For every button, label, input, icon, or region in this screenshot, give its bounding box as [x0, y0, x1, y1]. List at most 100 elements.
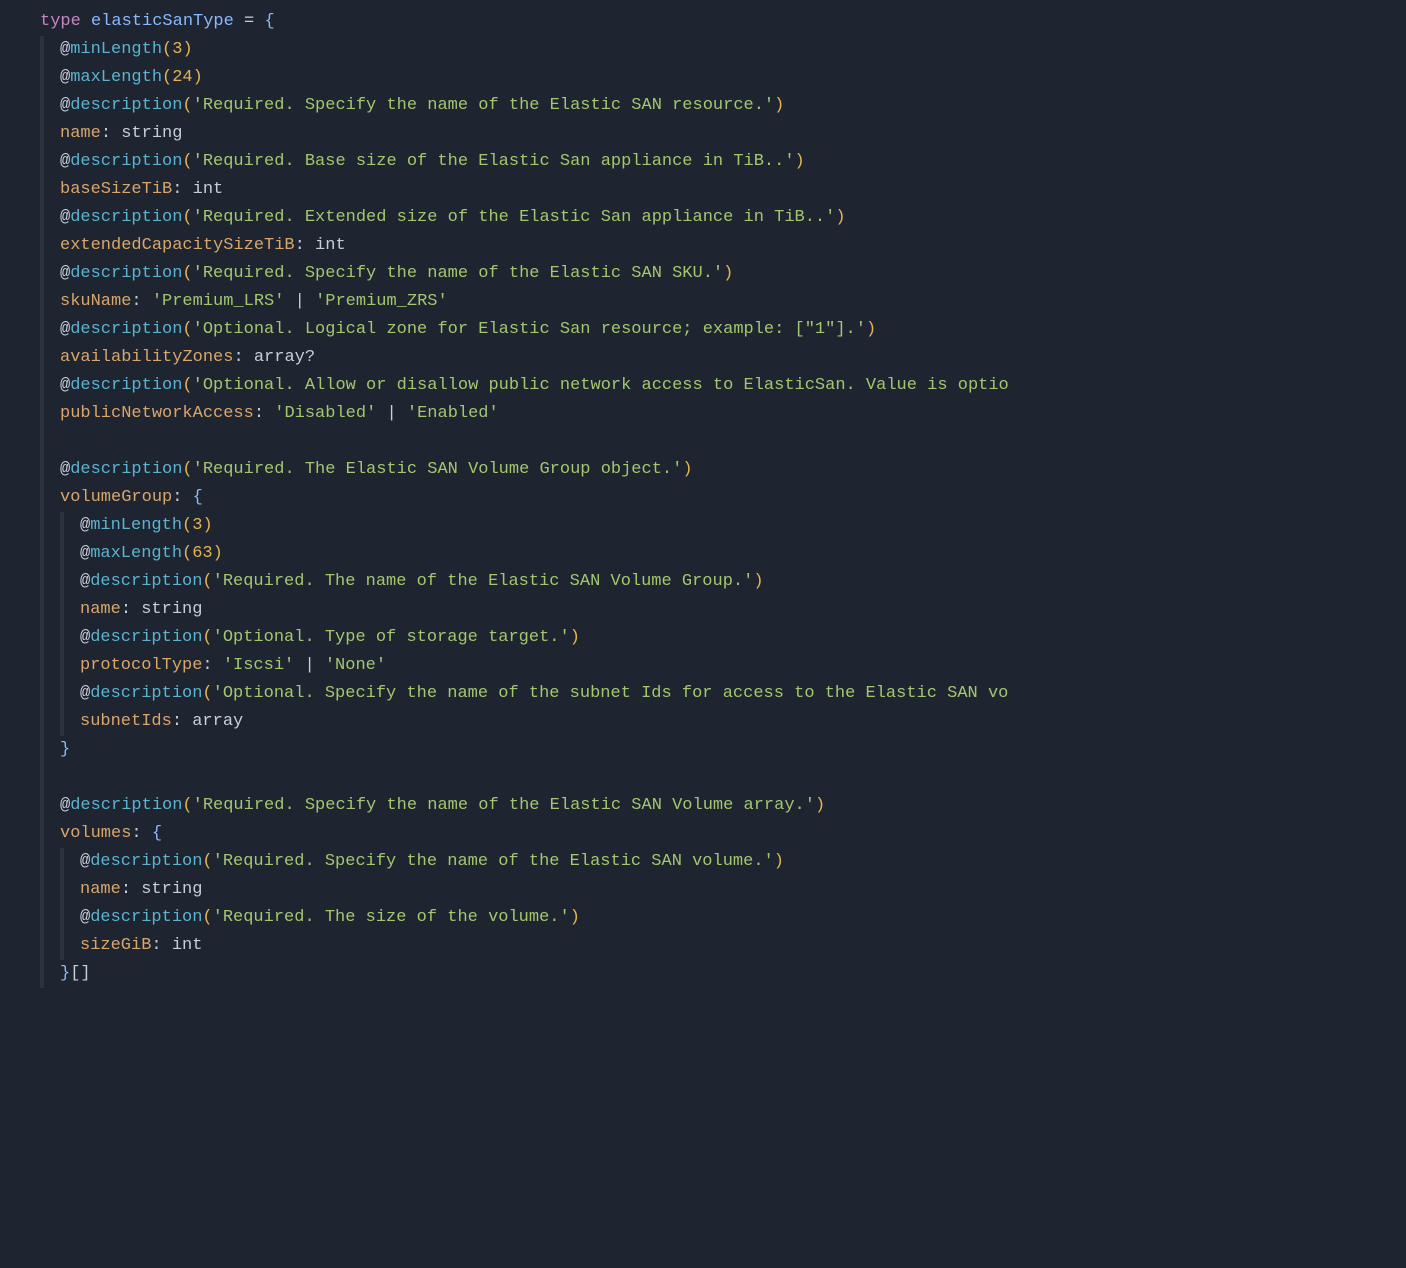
property-name: name — [80, 600, 121, 619]
string-literal: 'Optional. Type of storage target.' — [213, 628, 570, 647]
number-literal: 24 — [172, 68, 192, 87]
decorator-description: description — [90, 572, 202, 591]
string-literal: 'Required. The size of the volume.' — [213, 908, 570, 927]
at-sign: @ — [60, 264, 70, 283]
at-sign: @ — [80, 908, 90, 927]
property-sizegib: sizeGiB — [80, 936, 151, 955]
property-extcap: extendedCapacitySizeTiB — [60, 236, 295, 255]
string-literal: 'Required. Specify the name of the Elast… — [193, 264, 724, 283]
array-suffix: [] — [70, 964, 90, 983]
property-name: name — [80, 880, 121, 899]
decorator-description: description — [70, 796, 182, 815]
decorator-description: description — [70, 208, 182, 227]
at-sign: @ — [60, 320, 70, 339]
type-identifier: elasticSanType — [91, 12, 234, 31]
string-literal: 'None' — [325, 656, 386, 675]
paren-close: ) — [753, 572, 763, 591]
string-literal: 'Required. The Elastic SAN Volume Group … — [193, 460, 683, 479]
code-line: @description('Required. The Elastic SAN … — [0, 456, 1406, 484]
property-basesize: baseSizeTiB — [60, 180, 172, 199]
code-line: @minLength(3) — [0, 36, 1406, 64]
at-sign: @ — [80, 572, 90, 591]
brace-close: } — [60, 964, 70, 983]
colon: : — [172, 488, 182, 507]
at-sign: @ — [80, 516, 90, 535]
paren-open: ( — [182, 264, 192, 283]
paren-close: ) — [795, 152, 805, 171]
at-sign: @ — [60, 40, 70, 59]
decorator-description: description — [70, 264, 182, 283]
paren-open: ( — [202, 684, 212, 703]
paren-close: ) — [835, 208, 845, 227]
code-line-blank — [0, 764, 1406, 792]
at-sign: @ — [60, 68, 70, 87]
colon: : — [233, 348, 243, 367]
pipe: | — [386, 404, 396, 423]
question-mark: ? — [305, 348, 315, 367]
paren-open: ( — [182, 516, 192, 535]
paren-open: ( — [182, 544, 192, 563]
code-line: subnetIds: array — [0, 708, 1406, 736]
code-line: @description('Required. The name of the … — [0, 568, 1406, 596]
colon: : — [254, 404, 264, 423]
property-volumegroup: volumeGroup — [60, 488, 172, 507]
paren-open: ( — [202, 908, 212, 927]
colon: : — [151, 936, 161, 955]
paren-open: ( — [182, 460, 192, 479]
paren-close: ) — [774, 852, 784, 871]
decorator-description: description — [70, 376, 182, 395]
pipe: | — [304, 656, 314, 675]
property-subnetids: subnetIds — [80, 712, 172, 731]
property-volumes: volumes — [60, 824, 131, 843]
decorator-description: description — [70, 320, 182, 339]
string-literal: 'Required. Specify the name of the Elast… — [213, 852, 774, 871]
operator-equals: = — [244, 12, 254, 31]
code-line: availabilityZones: array? — [0, 344, 1406, 372]
type-int: int — [315, 236, 346, 255]
paren-open: ( — [182, 152, 192, 171]
property-availzones: availabilityZones — [60, 348, 233, 367]
code-line: baseSizeTiB: int — [0, 176, 1406, 204]
number-literal: 3 — [172, 40, 182, 59]
code-line: @description('Optional. Allow or disallo… — [0, 372, 1406, 400]
code-line: sizeGiB: int — [0, 932, 1406, 960]
decorator-description: description — [70, 460, 182, 479]
code-line: }[] — [0, 960, 1406, 988]
type-int: int — [193, 180, 224, 199]
at-sign: @ — [60, 796, 70, 815]
at-sign: @ — [60, 152, 70, 171]
paren-close: ) — [570, 908, 580, 927]
paren-close: ) — [866, 320, 876, 339]
colon: : — [172, 180, 182, 199]
string-literal: 'Disabled' — [274, 404, 376, 423]
string-literal: 'Optional. Allow or disallow public netw… — [193, 376, 1009, 395]
decorator-maxlength: maxLength — [90, 544, 182, 563]
colon: : — [131, 824, 141, 843]
paren-open: ( — [182, 208, 192, 227]
code-line: @description('Required. The size of the … — [0, 904, 1406, 932]
code-line-blank — [0, 428, 1406, 456]
paren-close: ) — [213, 544, 223, 563]
paren-open: ( — [202, 572, 212, 591]
code-line: volumes: { — [0, 820, 1406, 848]
decorator-description: description — [90, 908, 202, 927]
colon: : — [131, 292, 141, 311]
string-literal: 'Required. Specify the name of the Elast… — [193, 796, 815, 815]
colon: : — [202, 656, 212, 675]
code-line: extendedCapacitySizeTiB: int — [0, 232, 1406, 260]
brace-open: { — [152, 824, 162, 843]
code-editor[interactable]: type elasticSanType = { @minLength(3) @m… — [0, 8, 1406, 988]
string-literal: 'Required. The name of the Elastic SAN V… — [213, 572, 754, 591]
number-literal: 3 — [192, 516, 202, 535]
code-line: @maxLength(24) — [0, 64, 1406, 92]
paren-open: ( — [182, 796, 192, 815]
string-literal: 'Iscsi' — [223, 656, 294, 675]
keyword-type: type — [40, 12, 81, 31]
decorator-description: description — [90, 628, 202, 647]
colon: : — [295, 236, 305, 255]
decorator-maxlength: maxLength — [70, 68, 162, 87]
paren-close: ) — [202, 516, 212, 535]
code-line: @description('Required. Base size of the… — [0, 148, 1406, 176]
string-literal: 'Optional. Specify the name of the subne… — [213, 684, 1009, 703]
colon: : — [121, 880, 131, 899]
